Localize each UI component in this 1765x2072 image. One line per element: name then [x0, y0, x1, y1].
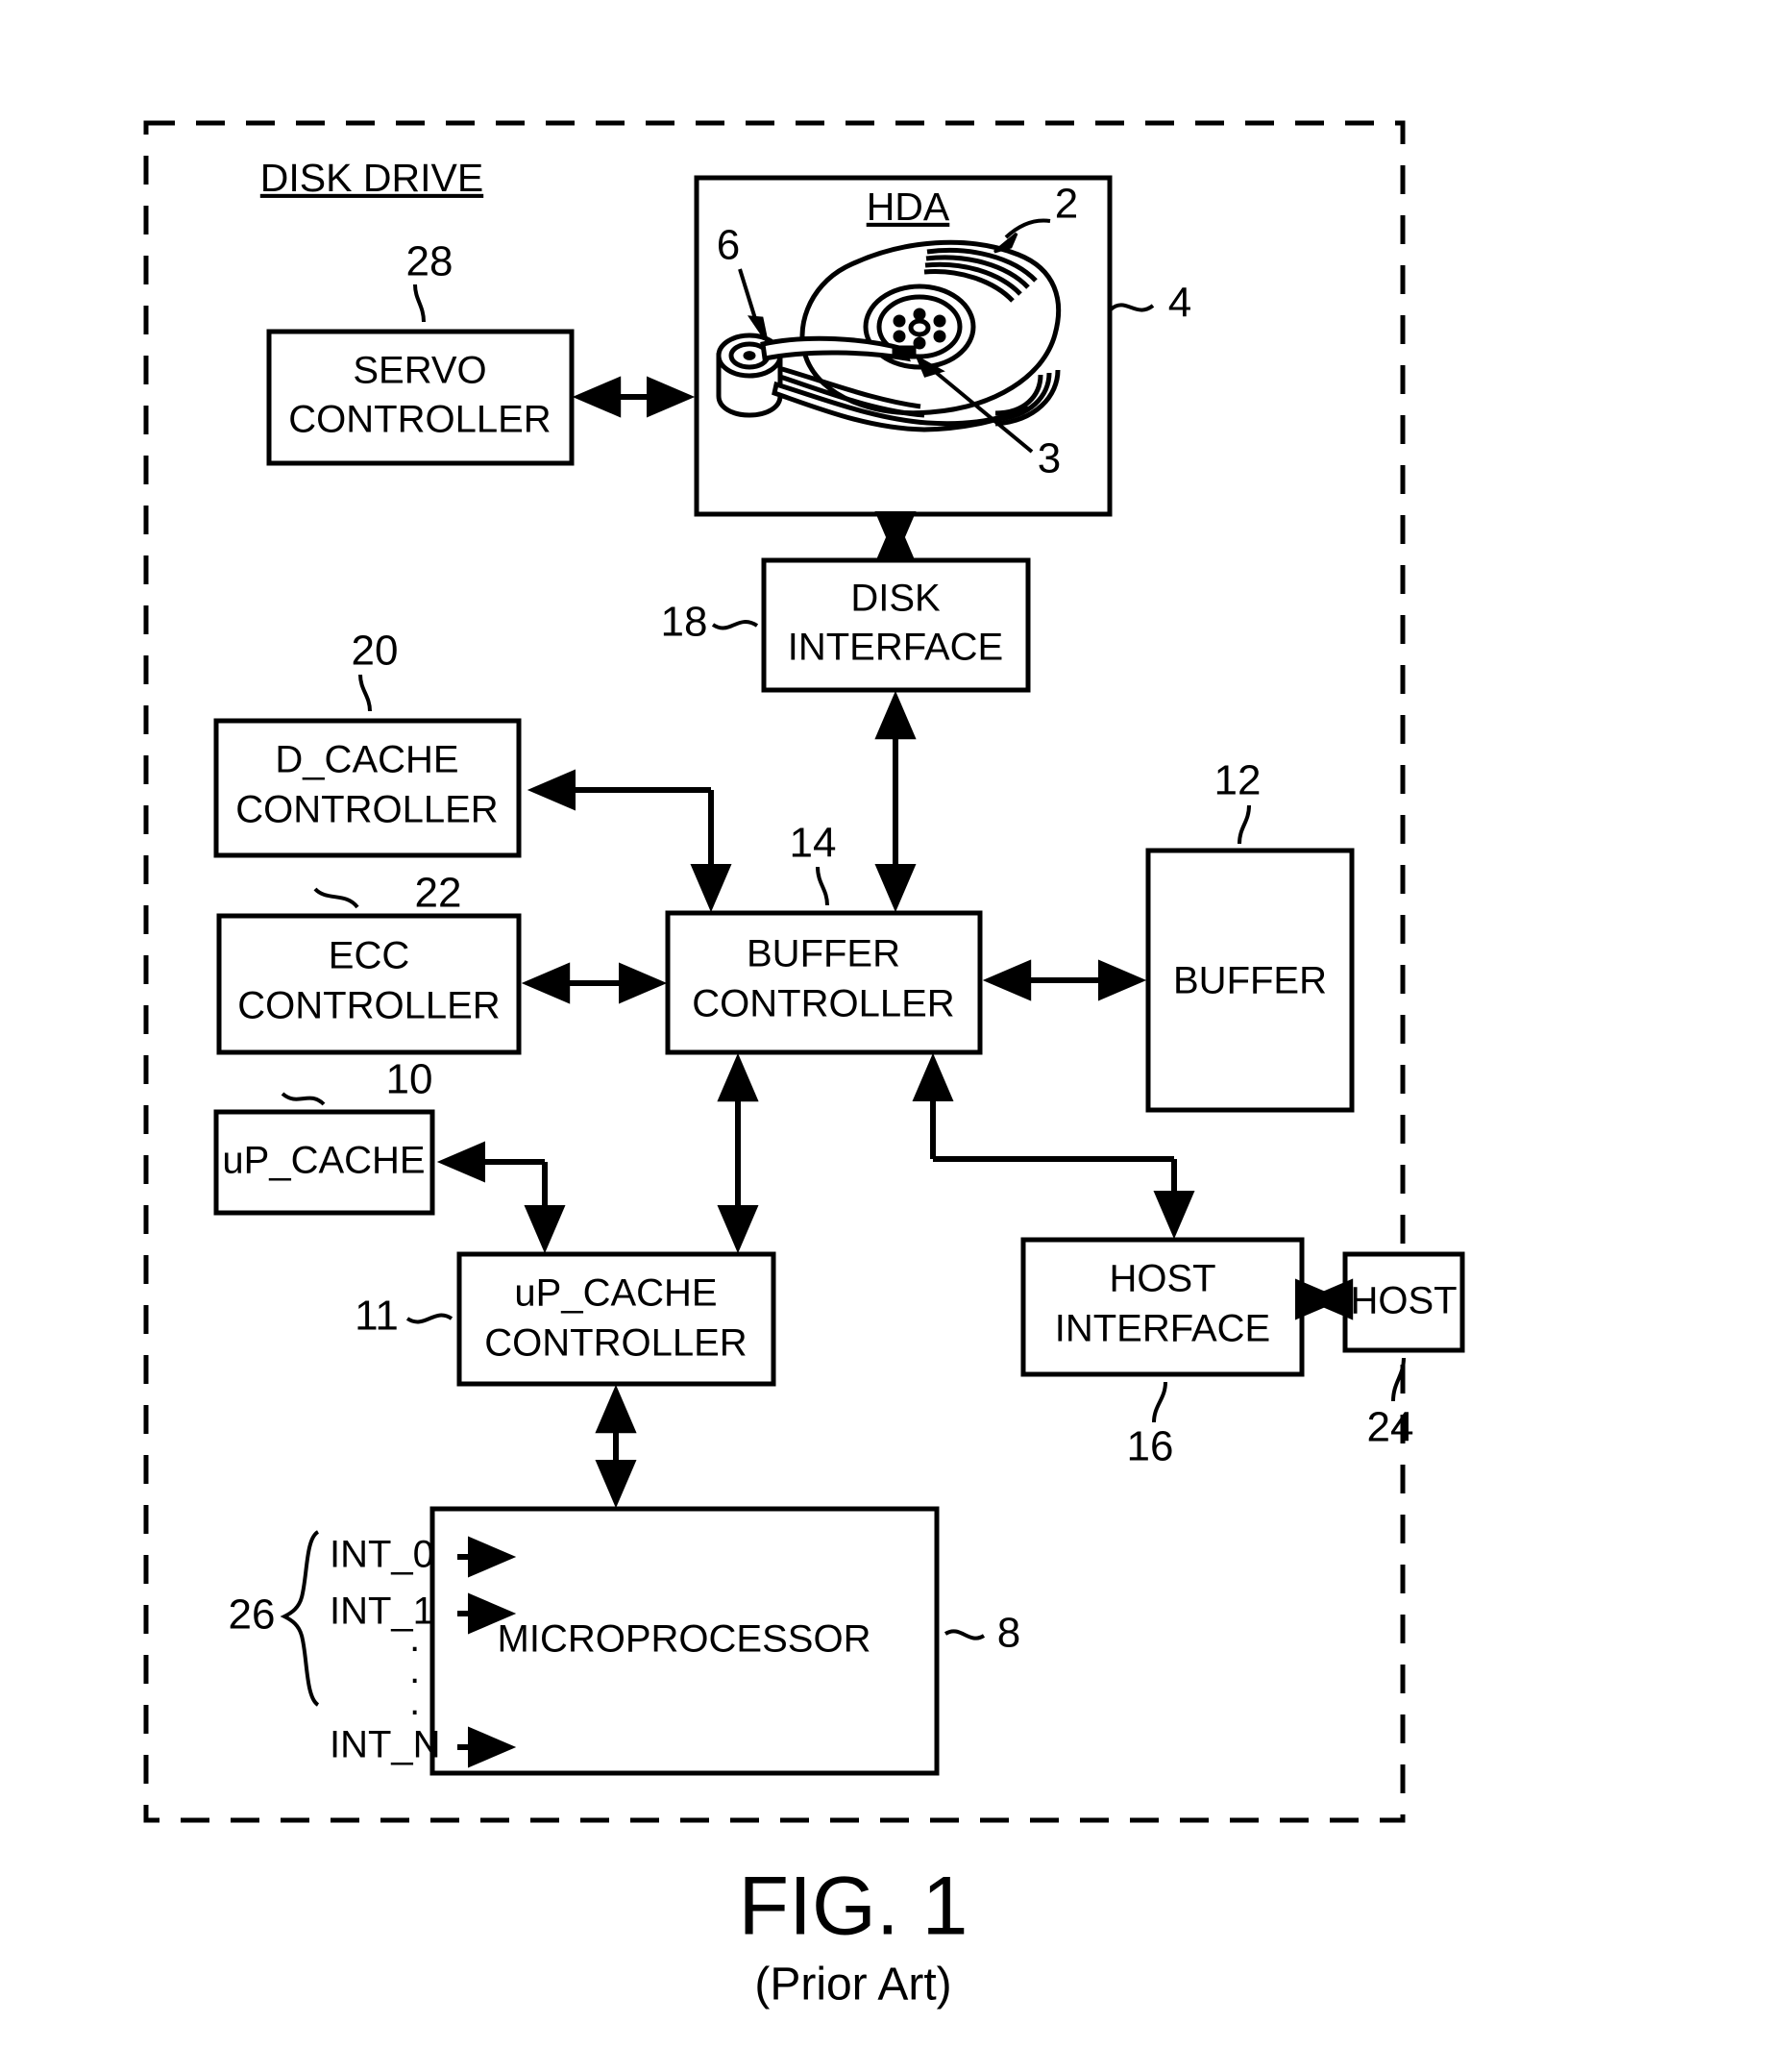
buffer-controller-block: BUFFER CONTROLLER 14 [665, 820, 983, 1055]
host-interface-label-line2: INTERFACE [1055, 1308, 1270, 1350]
d-cache-controller-label-line2: CONTROLLER [235, 789, 498, 831]
ecc-controller-label-line1: ECC [329, 935, 409, 977]
disk-drive-title: DISK DRIVE [260, 156, 483, 200]
ref-16: 16 [1127, 1423, 1174, 1470]
ref-28: 28 [406, 238, 454, 285]
ref-6: 6 [717, 222, 740, 269]
ecc-leader [313, 887, 359, 909]
hda-block: HDA 2 6 3 4 [694, 175, 1191, 517]
ref-2: 2 [1055, 181, 1078, 228]
disk-interface-leader [711, 620, 759, 630]
buffer-controller-leader [816, 866, 829, 906]
d-cache-leader [358, 674, 372, 712]
microprocessor-leader [944, 1629, 986, 1640]
buffer-controller-label-line2: CONTROLLER [692, 983, 954, 1025]
buffer-controller-label-line1: BUFFER [747, 933, 900, 975]
servo-controller-label-line1: SERVO [353, 350, 486, 392]
up-cache-label: uP_CACHE [222, 1140, 425, 1182]
ref-20: 20 [352, 628, 399, 675]
up-cache-controller-label-line1: uP_CACHE [514, 1272, 717, 1315]
ref-18: 18 [661, 599, 708, 646]
figure-canvas: DISK DRIVE SERVO CONTROLLER 28 HDA 2 6 3… [143, 120, 1465, 2010]
disk-interface-label-line1: DISK [850, 578, 941, 620]
servo-controller-block: SERVO CONTROLLER 28 [266, 238, 575, 466]
disk-interface-label-line2: INTERFACE [788, 627, 1003, 669]
d-cache-controller-label-line1: D_CACHE [275, 739, 458, 781]
interrupt-label-int0: INT_0 [330, 1534, 434, 1576]
interrupt-label-intn: INT_N [330, 1724, 441, 1766]
figure-caption: FIG. 1 [739, 1861, 968, 1953]
hda-title: HDA [867, 185, 950, 229]
host-label: HOST [1350, 1280, 1457, 1322]
ecc-controller-label-line2: CONTROLLER [237, 985, 500, 1027]
host-interface-label-line1: HOST [1109, 1258, 1215, 1300]
ref-26: 26 [229, 1591, 276, 1639]
buffer-label: BUFFER [1173, 960, 1327, 1002]
disk-interface-block: DISK INTERFACE 18 [661, 557, 1031, 693]
up-cache-controller-label-line2: CONTROLLER [484, 1322, 747, 1365]
host-block: HOST 24 [1342, 1251, 1465, 1451]
ref-22: 22 [415, 870, 462, 917]
ref-14: 14 [790, 820, 837, 867]
microprocessor-label: MICROPROCESSOR [498, 1618, 871, 1661]
up-cache-controller-leader [405, 1313, 454, 1324]
d-cache-controller-block: D_CACHE CONTROLLER 20 [213, 628, 522, 858]
up-cache-leader [281, 1092, 326, 1106]
microprocessor-block: MICROPROCESSOR 8 [429, 1506, 1020, 1776]
buffer-block: BUFFER 12 [1145, 757, 1355, 1113]
patent-figure-root: DISK DRIVE SERVO CONTROLLER 28 HDA 2 6 3… [0, 0, 1765, 2072]
servo-controller-label-line2: CONTROLLER [288, 399, 551, 441]
ref-10: 10 [386, 1056, 433, 1103]
ref-4: 4 [1168, 280, 1191, 327]
host-interface-leader [1152, 1381, 1167, 1423]
ref-3: 3 [1038, 435, 1061, 482]
ref-4-leader [1109, 303, 1155, 312]
ref-8: 8 [997, 1610, 1020, 1657]
figure-subcaption: (Prior Art) [754, 1960, 951, 2010]
ref-24: 24 [1367, 1404, 1414, 1451]
ref-12: 12 [1214, 757, 1262, 804]
up-cache-controller-block: uP_CACHE CONTROLLER 11 [355, 1251, 776, 1387]
disk-drive-title-text: DISK DRIVE [260, 156, 483, 200]
interrupt-brace [280, 1530, 320, 1707]
host-interface-block: HOST INTERFACE 16 [1020, 1237, 1305, 1470]
buffer-leader [1238, 804, 1251, 845]
ref-11: 11 [355, 1293, 399, 1340]
up-cache-block: uP_CACHE 10 [213, 1056, 435, 1216]
ecc-controller-block: ECC CONTROLLER 22 [216, 870, 522, 1055]
servo-controller-leader [413, 284, 426, 323]
